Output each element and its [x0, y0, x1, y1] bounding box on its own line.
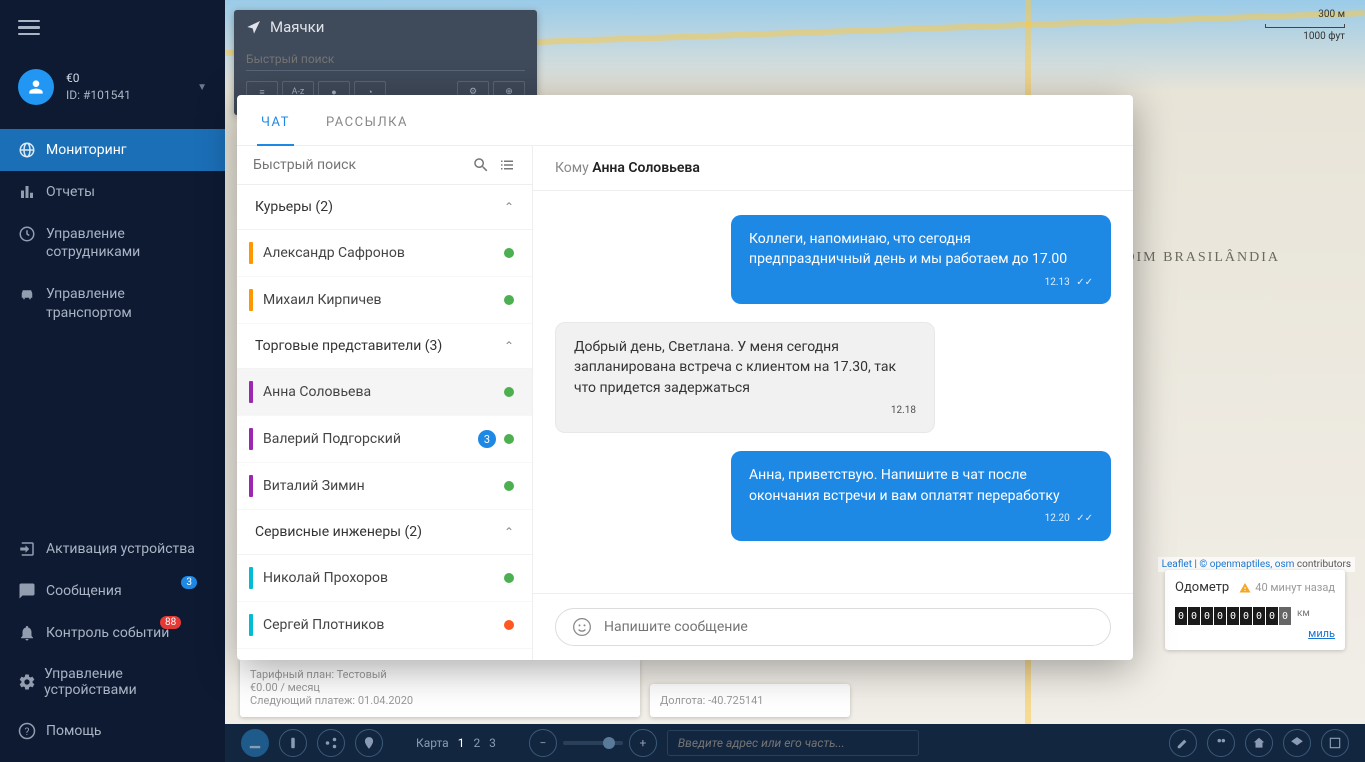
nav-label: Контроль событий: [46, 625, 169, 641]
chevron-down-icon: ▼: [197, 82, 207, 93]
user-id: #101541: [83, 88, 131, 102]
fullscreen-icon[interactable]: [1321, 729, 1349, 757]
message-icon: [18, 582, 46, 600]
list-icon[interactable]: [498, 156, 516, 174]
nav-label: Отчеты: [46, 184, 95, 200]
contact-item[interactable]: Сергей Плотников: [237, 602, 532, 649]
hamburger-menu[interactable]: [18, 16, 40, 40]
search-icon[interactable]: [472, 156, 490, 174]
map-tab-2[interactable]: 2: [473, 736, 480, 750]
zoom-slider[interactable]: − +: [529, 729, 657, 757]
map-tab-1[interactable]: 1: [458, 736, 465, 750]
contact-item[interactable]: Анна Соловьева: [237, 369, 532, 416]
badge-messages: 3: [181, 576, 197, 589]
nav-label: Мониторинг: [46, 142, 127, 158]
nav-label: Сообщения: [46, 583, 122, 599]
zoom-in-icon[interactable]: +: [629, 729, 657, 757]
sidebar: €0 ID: #101541 ▼ Мониторинг Отчеты Управ…: [0, 0, 225, 762]
contacts-list: Курьеры (2)⌃Александр СафроновМихаил Кир…: [237, 146, 533, 660]
clock-icon: [18, 225, 46, 243]
globe-icon: [18, 141, 46, 159]
message-outgoing: Анна, приветствую. Напишите в чат после …: [731, 451, 1111, 540]
odometer-digits: 000000000: [1175, 607, 1291, 625]
message-input-container: [555, 608, 1111, 646]
share-icon[interactable]: [317, 729, 345, 757]
zoom-out-icon[interactable]: −: [529, 729, 557, 757]
tab-broadcast[interactable]: РАССЫЛКА: [322, 109, 412, 145]
message-list: Коллеги, напоминаю, что сегодня предпраз…: [533, 191, 1133, 593]
message-input[interactable]: [604, 619, 1094, 635]
location-arrow-icon: [246, 19, 262, 35]
contact-group[interactable]: Курьеры (2)⌃: [237, 185, 532, 230]
unread-badge: 3: [478, 430, 496, 448]
contact-search-input[interactable]: [253, 157, 464, 173]
device-details: Тарифный план: Тестовый €0.00 / месяц Сл…: [240, 658, 640, 717]
contact-item[interactable]: Александр Сафронов: [237, 230, 532, 277]
group-icon[interactable]: [1207, 729, 1235, 757]
bottom-bar: Карта 1 2 3 − +: [225, 724, 1365, 762]
tab-chat[interactable]: ЧАТ: [257, 109, 294, 146]
nav-devices[interactable]: Управление устройствами: [0, 654, 225, 710]
nav-label: Активация устройства: [46, 541, 195, 557]
chat-recipient: Кому Анна Соловьева: [533, 146, 1133, 191]
bell-icon: [18, 624, 46, 642]
pin-icon[interactable]: [355, 729, 383, 757]
devices-title: Маячки: [270, 18, 324, 36]
message-outgoing: Коллеги, напоминаю, что сегодня предпраз…: [731, 215, 1111, 304]
contact-group[interactable]: Торговые представители (3)⌃: [237, 324, 532, 369]
exit-icon: [18, 540, 46, 558]
car-icon: [18, 285, 46, 303]
contact-item[interactable]: Николай Прохоров: [237, 555, 532, 602]
contact-item[interactable]: Валерий Подгорский3: [237, 416, 532, 463]
nav-bottom: Активация устройства Сообщения 3 Контрол…: [0, 528, 225, 752]
help-icon: ?: [18, 722, 46, 740]
odometer-panel: Одометр 40 минут назад 000000000 км миль: [1165, 570, 1345, 650]
contact-item[interactable]: Михаил Кирпичев: [237, 277, 532, 324]
warning-icon: [1239, 582, 1251, 594]
map-tab-3[interactable]: 3: [489, 736, 496, 750]
device-details-right: Долгота: -40.725141: [650, 684, 850, 717]
nav-transport[interactable]: Управлениетранспортом: [0, 273, 225, 333]
nav-help[interactable]: ? Помощь: [0, 710, 225, 752]
odometer-title: Одометр: [1175, 580, 1229, 595]
message-incoming: Добрый день, Светлана. У меня сегодня за…: [555, 322, 935, 433]
contact-group[interactable]: Сервисные инженеры (2)⌃: [237, 510, 532, 555]
svg-text:?: ?: [25, 725, 30, 738]
nav-staff[interactable]: Управлениесотрудниками: [0, 213, 225, 273]
user-balance: €0: [66, 70, 131, 87]
pencil-icon[interactable]: [1169, 729, 1197, 757]
nav-activate[interactable]: Активация устройства: [0, 528, 225, 570]
traffic-icon[interactable]: [279, 729, 307, 757]
chart-icon: [18, 183, 46, 201]
nav-messages[interactable]: Сообщения 3: [0, 570, 225, 612]
emoji-icon[interactable]: [572, 617, 592, 637]
devices-search[interactable]: [246, 48, 525, 71]
avatar: [18, 69, 54, 105]
odometer-unit-link[interactable]: миль: [1308, 627, 1335, 640]
nav-reports[interactable]: Отчеты: [0, 171, 225, 213]
scale-bar: 300 м 1000 фут: [1265, 8, 1345, 44]
ruler-icon[interactable]: [241, 729, 269, 757]
address-input[interactable]: [667, 730, 919, 756]
chat-modal: ЧАТ РАССЫЛКА Курьеры (2)⌃Александр Сафро…: [237, 95, 1133, 660]
map-tabs: Карта 1 2 3: [413, 736, 499, 750]
home-icon[interactable]: [1245, 729, 1273, 757]
nav-events[interactable]: Контроль событий 88: [0, 612, 225, 654]
contact-item[interactable]: Виталий Зимин: [237, 463, 532, 510]
gear-icon: [18, 673, 44, 691]
badge-events: 88: [160, 616, 181, 629]
nav-monitoring[interactable]: Мониторинг: [0, 129, 225, 171]
nav-main: Мониторинг Отчеты Управлениесотрудниками…: [0, 129, 225, 334]
nav-label: Управление устройствами: [44, 666, 207, 698]
nav-label: Помощь: [46, 723, 102, 739]
user-block[interactable]: €0 ID: #101541 ▼: [0, 55, 225, 119]
layers-icon[interactable]: [1283, 729, 1311, 757]
